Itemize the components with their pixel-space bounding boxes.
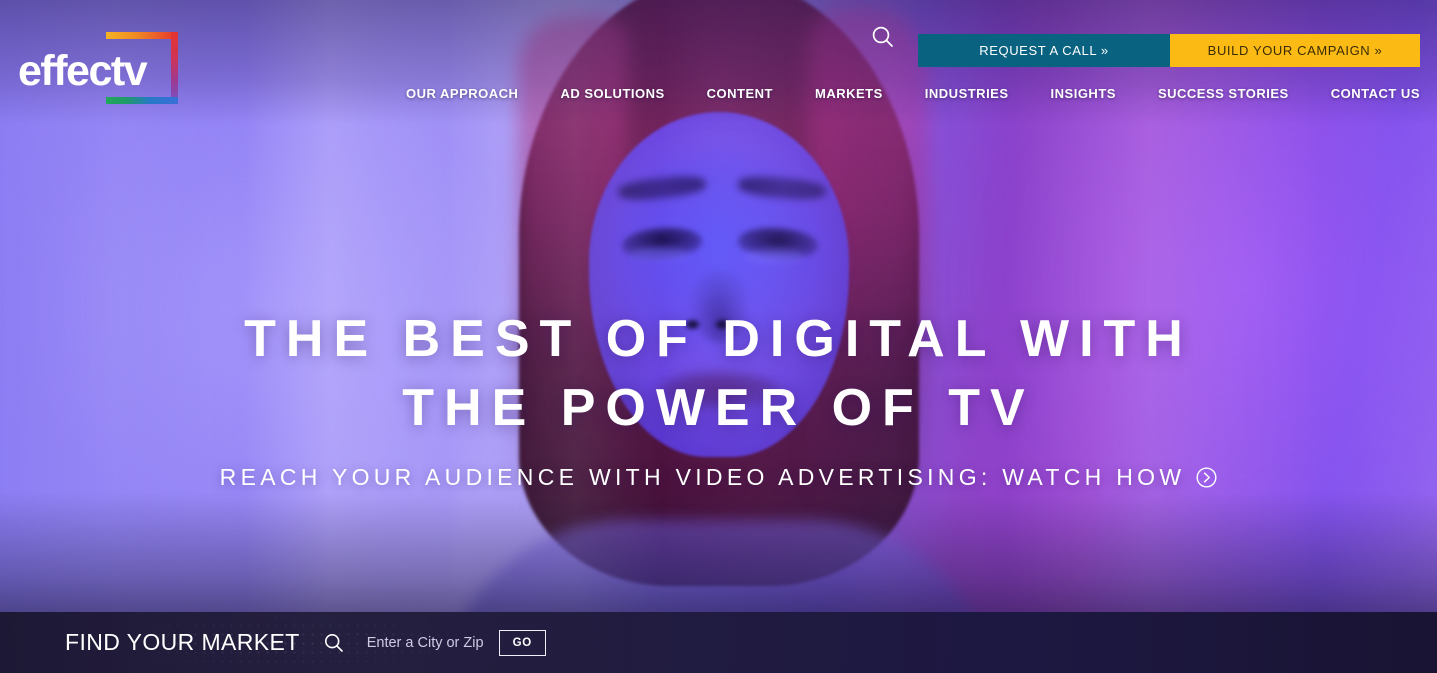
request-a-call-button[interactable]: REQUEST A CALL » xyxy=(918,34,1170,67)
nav-item-content[interactable]: CONTENT xyxy=(686,86,794,101)
search-icon[interactable] xyxy=(323,632,345,654)
nav-item-success-stories[interactable]: SUCCESS STORIES xyxy=(1137,86,1310,101)
nav-item-industries[interactable]: INDUSTRIES xyxy=(904,86,1030,101)
logo-bracket-top xyxy=(106,32,178,39)
logo-bracket-right xyxy=(171,32,178,104)
logo-bracket-bottom xyxy=(106,97,178,104)
hero-subhead-link[interactable]: REACH YOUR AUDIENCE WITH VIDEO ADVERTISI… xyxy=(0,464,1437,491)
find-your-market-bar: FIND YOUR MARKET GO xyxy=(0,612,1437,673)
build-your-campaign-button[interactable]: BUILD YOUR CAMPAIGN » xyxy=(1170,34,1420,67)
nav-item-markets[interactable]: MARKETS xyxy=(794,86,904,101)
nav-item-our-approach[interactable]: OUR APPROACH xyxy=(385,86,539,101)
nav-item-contact-us[interactable]: CONTACT US xyxy=(1310,86,1420,101)
go-button[interactable]: GO xyxy=(498,629,546,656)
find-your-market-inner: FIND YOUR MARKET GO xyxy=(0,629,546,656)
header-cta-group: REQUEST A CALL » BUILD YOUR CAMPAIGN » xyxy=(918,34,1420,67)
logo[interactable]: effectv xyxy=(18,28,178,104)
headline-line-1: THE BEST OF DIGITAL WITH xyxy=(244,310,1193,368)
headline-line-2: THE POWER OF TV xyxy=(402,378,1035,437)
hero-bottom-fade xyxy=(0,492,1437,612)
market-search-input[interactable] xyxy=(366,634,485,651)
logo-wordmark: effectv xyxy=(18,47,148,95)
page-title: THE BEST OF DIGITAL WITH THE POWER OF TV xyxy=(0,305,1437,442)
find-your-market-label: FIND YOUR MARKET xyxy=(65,629,300,655)
page-root: effectv REQUEST A CALL » BUILD YOUR CAMP… xyxy=(0,0,1437,673)
hero-copy: THE BEST OF DIGITAL WITH THE POWER OF TV… xyxy=(0,305,1437,491)
nav-item-ad-solutions[interactable]: AD SOLUTIONS xyxy=(539,86,685,101)
main-navigation: OUR APPROACH AD SOLUTIONS CONTENT MARKET… xyxy=(0,86,1437,101)
nav-item-insights[interactable]: INSIGHTS xyxy=(1030,86,1137,101)
site-header: effectv REQUEST A CALL » BUILD YOUR CAMP… xyxy=(0,0,1437,125)
search-icon[interactable] xyxy=(870,24,896,50)
play-circle-icon[interactable] xyxy=(1196,467,1217,488)
hero-subhead-text: REACH YOUR AUDIENCE WITH VIDEO ADVERTISI… xyxy=(219,464,1186,491)
